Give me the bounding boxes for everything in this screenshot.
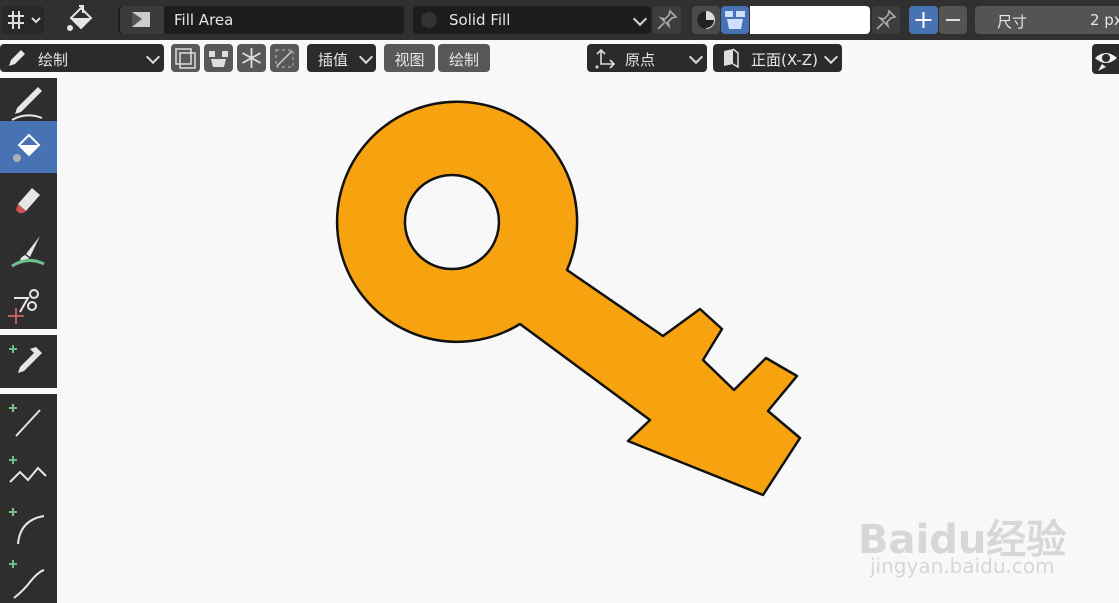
key-fill-shape <box>335 100 802 497</box>
watermark-url: jingyan.baidu.com <box>870 554 1055 578</box>
